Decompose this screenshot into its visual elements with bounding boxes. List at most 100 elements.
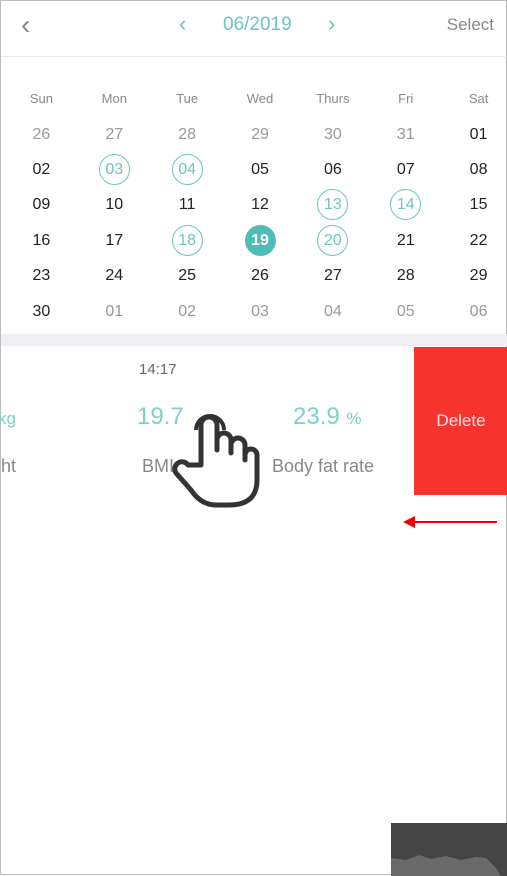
calendar-day[interactable]: 29 xyxy=(224,119,297,150)
weekday-label: Wed xyxy=(246,91,274,107)
calendar-day[interactable]: 10 xyxy=(78,189,151,220)
calendar-week: 30 01 02 03 04 05 06 xyxy=(5,293,507,328)
calendar-day[interactable]: 31 xyxy=(369,119,442,150)
weekday-header: Sun Mon Tue Wed Thurs Fri Sat xyxy=(5,81,507,116)
calendar-day[interactable]: 03 xyxy=(224,296,297,327)
weekday-label: Sat xyxy=(468,91,489,107)
day-number: 08 xyxy=(469,160,488,178)
calendar-day[interactable]: 09 xyxy=(5,189,78,220)
calendar-day[interactable]: 03 xyxy=(78,153,151,185)
day-number: 19 xyxy=(244,224,276,256)
bmi-label: BMI xyxy=(142,456,175,476)
calendar-day[interactable]: 17 xyxy=(78,225,151,256)
day-number: 07 xyxy=(396,160,415,178)
day-number: 21 xyxy=(396,231,415,249)
day-number: 01 xyxy=(105,302,124,320)
calendar-week: 23 24 25 26 27 28 29 xyxy=(5,258,507,293)
swipe-left-arrow-icon xyxy=(403,516,497,528)
calendar-day[interactable]: 07 xyxy=(369,154,442,185)
calendar-day[interactable]: 04 xyxy=(296,296,369,327)
day-number: 30 xyxy=(32,302,51,320)
calendar-week: 26 27 28 29 30 31 01 xyxy=(5,116,507,151)
calendar-week: 16 17 18 19 20 21 22 xyxy=(5,223,507,258)
calendar-day[interactable]: 27 xyxy=(296,260,369,291)
calendar-day[interactable]: 06 xyxy=(296,154,369,185)
day-number: 04 xyxy=(171,153,203,185)
day-number: 05 xyxy=(396,302,415,320)
day-number: 11 xyxy=(178,196,196,214)
calendar-grid: Sun Mon Tue Wed Thurs Fri Sat 26 27 28 29 30 31 01 02 0… xyxy=(5,81,507,329)
calendar-day[interactable]: 24 xyxy=(78,260,151,291)
day-number: 26 xyxy=(251,267,269,285)
day-number: 25 xyxy=(178,267,197,285)
calendar-day[interactable]: 11 xyxy=(151,189,224,220)
calendar-day[interactable]: 14 xyxy=(369,189,442,221)
calendar-day[interactable]: 05 xyxy=(224,154,297,185)
calendar-day[interactable]: 30 xyxy=(296,119,369,150)
fat-value: 23.9 % xyxy=(293,403,362,430)
day-number: 22 xyxy=(469,231,488,249)
calendar-day[interactable]: 02 xyxy=(5,154,78,185)
record-time: 14:17 xyxy=(139,361,177,378)
day-number: 29 xyxy=(469,267,488,285)
weekday-label: Sun xyxy=(29,91,53,107)
calendar-day[interactable]: 13 xyxy=(296,189,369,221)
calendar-day[interactable]: 08 xyxy=(442,154,507,185)
day-number: 10 xyxy=(105,196,124,214)
calendar-day[interactable]: 21 xyxy=(369,225,442,256)
calendar-day[interactable]: 22 xyxy=(442,225,507,256)
day-number: 06 xyxy=(323,160,342,178)
calendar-day[interactable]: 28 xyxy=(151,119,224,150)
weekday-label: Thurs xyxy=(316,91,350,107)
day-number: 09 xyxy=(32,196,51,214)
day-number: 01 xyxy=(469,125,488,143)
back-button[interactable]: ‹ xyxy=(21,9,30,41)
prev-month-button[interactable]: ‹ xyxy=(179,11,186,37)
day-number: 04 xyxy=(323,302,342,320)
day-number: 05 xyxy=(251,160,269,178)
calendar-day[interactable]: 28 xyxy=(369,260,442,291)
calendar-day[interactable]: 20 xyxy=(296,224,369,256)
day-number: 18 xyxy=(171,224,203,256)
calendar-day[interactable]: 23 xyxy=(5,260,78,291)
calendar-day[interactable]: 12 xyxy=(224,189,297,220)
day-number: 23 xyxy=(32,267,51,285)
calendar-day[interactable]: 04 xyxy=(151,153,224,185)
calendar-day[interactable]: 26 xyxy=(5,119,78,150)
next-month-button[interactable]: › xyxy=(328,11,335,37)
calendar-day[interactable]: 30 xyxy=(5,296,78,327)
calendar-day[interactable]: 29 xyxy=(442,260,507,291)
calendar-day[interactable]: 01 xyxy=(442,119,507,150)
fat-label: Body fat rate xyxy=(272,456,375,476)
delete-button[interactable]: Delete xyxy=(414,347,507,495)
day-number: 12 xyxy=(251,196,269,214)
day-number: 15 xyxy=(469,196,488,214)
weight-label: ht xyxy=(1,456,17,476)
day-number: 02 xyxy=(178,302,197,320)
weekday-label: Tue xyxy=(176,91,199,107)
calendar-day[interactable]: 18 xyxy=(151,224,224,256)
day-number: 06 xyxy=(469,302,488,320)
day-number: 30 xyxy=(323,125,342,143)
divider xyxy=(1,334,507,346)
calendar-week: 09 10 11 12 13 14 15 xyxy=(5,187,507,222)
day-number: 27 xyxy=(105,125,124,143)
calendar-day[interactable]: 01 xyxy=(78,296,151,327)
day-number: 27 xyxy=(323,267,342,285)
calendar-day[interactable]: 27 xyxy=(78,119,151,150)
day-number: 17 xyxy=(105,231,124,249)
calendar-day[interactable]: 26 xyxy=(224,260,297,291)
weight-unit: kg xyxy=(0,409,16,428)
select-button[interactable]: Select xyxy=(447,15,494,35)
calendar-day[interactable]: 19 xyxy=(224,224,297,256)
calendar-day[interactable]: 25 xyxy=(151,260,224,291)
header: ‹ ‹ 06/2019 › Select xyxy=(1,1,507,57)
calendar-day[interactable]: 02 xyxy=(151,296,224,327)
calendar-day[interactable]: 15 xyxy=(442,189,507,220)
day-number: 16 xyxy=(32,231,51,249)
calendar-day[interactable]: 05 xyxy=(369,296,442,327)
calendar-day[interactable]: 06 xyxy=(442,296,507,327)
day-number: 14 xyxy=(390,189,422,221)
day-number: 31 xyxy=(396,125,415,143)
calendar-day[interactable]: 16 xyxy=(5,225,78,256)
